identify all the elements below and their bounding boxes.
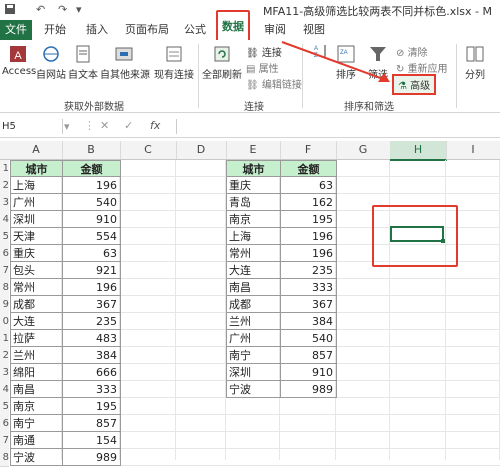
row-header[interactable]: 3: [0, 194, 9, 212]
table-cell[interactable]: 上海: [10, 177, 63, 194]
table-header-cell[interactable]: 城市: [10, 160, 63, 177]
table-cell[interactable]: 367: [280, 296, 337, 313]
table-cell[interactable]: 绵阳: [10, 364, 63, 381]
table-cell[interactable]: 666: [62, 364, 121, 381]
table-cell[interactable]: 南宁: [10, 415, 63, 432]
table-cell[interactable]: 540: [62, 194, 121, 211]
table-cell[interactable]: 兰州: [10, 347, 63, 364]
row-header[interactable]: 1: [0, 160, 9, 178]
table-cell[interactable]: 196: [62, 177, 121, 194]
row-header[interactable]: 7: [0, 432, 9, 450]
table-header-cell[interactable]: 金额: [62, 160, 121, 177]
table-cell[interactable]: 包头: [10, 262, 63, 279]
table-cell[interactable]: 拉萨: [10, 330, 63, 347]
row-header[interactable]: 7: [0, 262, 9, 280]
table-cell[interactable]: 上海: [226, 228, 281, 245]
table-cell[interactable]: 南京: [226, 211, 281, 228]
table-cell[interactable]: 南昌: [226, 279, 281, 296]
table-cell[interactable]: 989: [62, 449, 121, 466]
table-cell[interactable]: 重庆: [10, 245, 63, 262]
row-header[interactable]: 6: [0, 245, 9, 263]
table-cell[interactable]: 南宁: [226, 347, 281, 364]
table-cell[interactable]: 深圳: [10, 211, 63, 228]
table-cell[interactable]: 常州: [10, 279, 63, 296]
row-header[interactable]: 0: [0, 313, 9, 331]
table-cell[interactable]: 162: [280, 194, 337, 211]
table-cell[interactable]: 857: [62, 415, 121, 432]
table-cell[interactable]: 常州: [226, 245, 281, 262]
table-cell[interactable]: 196: [280, 228, 337, 245]
row-header[interactable]: 5: [0, 398, 9, 416]
table-cell[interactable]: 青岛: [226, 194, 281, 211]
table-cell[interactable]: 196: [62, 279, 121, 296]
table-cell[interactable]: 广州: [226, 330, 281, 347]
table-cell[interactable]: 大连: [10, 313, 63, 330]
row-header[interactable]: 2: [0, 347, 9, 365]
selected-cell[interactable]: [390, 226, 444, 242]
table-cell[interactable]: 兰州: [226, 313, 281, 330]
table-cell[interactable]: 成都: [226, 296, 281, 313]
table-cell[interactable]: 910: [280, 364, 337, 381]
table-cell[interactable]: 384: [280, 313, 337, 330]
table-cell[interactable]: 235: [280, 262, 337, 279]
table-cell[interactable]: 235: [62, 313, 121, 330]
table-cell[interactable]: 196: [280, 245, 337, 262]
table-header-cell[interactable]: 城市: [226, 160, 281, 177]
table-cell[interactable]: 南通: [10, 432, 63, 449]
table-cell[interactable]: 广州: [10, 194, 63, 211]
row-header[interactable]: 8: [0, 279, 9, 297]
table-cell[interactable]: 554: [62, 228, 121, 245]
table-cell[interactable]: 333: [280, 279, 337, 296]
fill-handle[interactable]: [441, 239, 445, 243]
table-header-cell[interactable]: 金额: [280, 160, 337, 177]
table-cell[interactable]: 重庆: [226, 177, 281, 194]
table-cell[interactable]: 成都: [10, 296, 63, 313]
row-header[interactable]: 2: [0, 177, 9, 195]
table-cell[interactable]: 540: [280, 330, 337, 347]
row-header[interactable]: 1: [0, 330, 9, 348]
table-cell[interactable]: 宁波: [226, 381, 281, 398]
table-cell[interactable]: 910: [62, 211, 121, 228]
row-header[interactable]: 9: [0, 296, 9, 314]
table-cell[interactable]: 宁波: [10, 449, 63, 466]
table-cell[interactable]: 857: [280, 347, 337, 364]
table-cell[interactable]: 195: [62, 398, 121, 415]
row-header[interactable]: 4: [0, 211, 9, 229]
table-cell[interactable]: 南昌: [10, 381, 63, 398]
table-cell[interactable]: 深圳: [226, 364, 281, 381]
table-cell[interactable]: 天津: [10, 228, 63, 245]
row-header[interactable]: 4: [0, 381, 9, 399]
table-cell[interactable]: 367: [62, 296, 121, 313]
table-cell[interactable]: 384: [62, 347, 121, 364]
table-cell[interactable]: 333: [62, 381, 121, 398]
row-header[interactable]: 5: [0, 228, 9, 246]
table-cell[interactable]: 154: [62, 432, 121, 449]
table-cell[interactable]: 989: [280, 381, 337, 398]
row-header[interactable]: 8: [0, 449, 9, 467]
table-cell[interactable]: 63: [62, 245, 121, 262]
row-header[interactable]: 3: [0, 364, 9, 382]
table-cell[interactable]: 921: [62, 262, 121, 279]
table-cell[interactable]: 大连: [226, 262, 281, 279]
table-cell[interactable]: 195: [280, 211, 337, 228]
gridline: [175, 160, 176, 460]
row-header[interactable]: 6: [0, 415, 9, 433]
table-cell[interactable]: 483: [62, 330, 121, 347]
table-cell[interactable]: 南京: [10, 398, 63, 415]
table-cell[interactable]: 63: [280, 177, 337, 194]
